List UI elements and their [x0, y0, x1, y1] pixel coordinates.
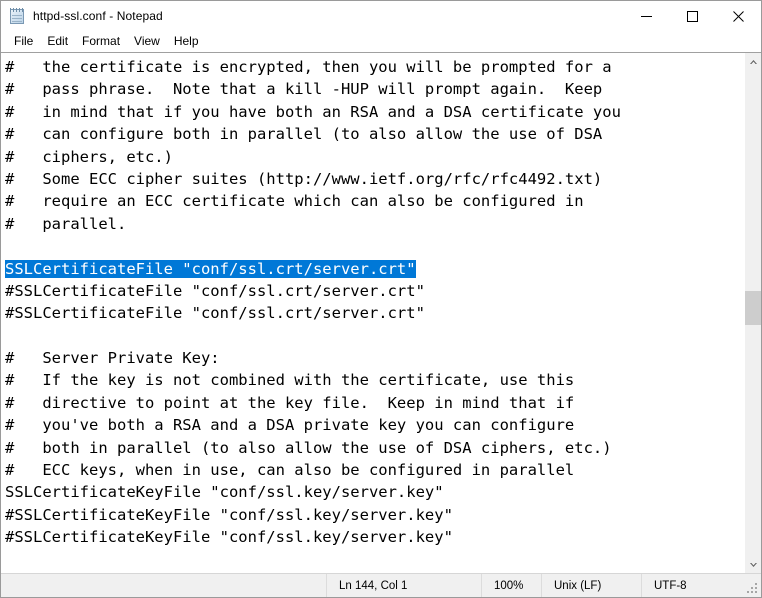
menu-item-view[interactable]: View — [127, 32, 167, 51]
status-zoom-level[interactable]: 100% — [481, 574, 541, 597]
status-bar: Ln 144, Col 1 100% Unix (LF) UTF-8 — [1, 574, 761, 597]
notepad-icon — [9, 7, 26, 25]
notepad-window: httpd-ssl.conf - Notepad File Edit Forma… — [0, 0, 762, 598]
scroll-up-button[interactable] — [745, 53, 761, 70]
minimize-icon — [640, 15, 652, 17]
window-controls — [623, 1, 761, 31]
editor-line[interactable]: # require an ECC certificate which can a… — [5, 190, 744, 212]
editor-line[interactable]: # pass phrase. Note that a kill -HUP wil… — [5, 78, 744, 100]
menu-bar: File Edit Format View Help — [1, 31, 761, 52]
editor-line[interactable]: # ECC keys, when in use, can also be con… — [5, 459, 744, 481]
editor-line[interactable]: # parallel. — [5, 213, 744, 235]
status-bar-spacer — [1, 574, 326, 597]
close-button[interactable] — [715, 1, 761, 31]
editor-line[interactable]: SSLCertificateKeyFile "conf/ssl.key/serv… — [5, 481, 744, 503]
editor-line[interactable]: # can configure both in parallel (to als… — [5, 123, 744, 145]
menu-item-edit[interactable]: Edit — [40, 32, 75, 51]
status-encoding[interactable]: UTF-8 — [641, 574, 761, 597]
text-editor[interactable]: # the certificate is encrypted, then you… — [1, 53, 744, 573]
resize-grip-icon[interactable] — [747, 583, 758, 594]
editor-line[interactable]: # in mind that if you have both an RSA a… — [5, 101, 744, 123]
scroll-up-icon — [750, 59, 757, 64]
editor-line[interactable]: # directive to point at the key file. Ke… — [5, 392, 744, 414]
title-bar[interactable]: httpd-ssl.conf - Notepad — [1, 1, 761, 31]
editor-line[interactable]: #SSLCertificateFile "conf/ssl.crt/server… — [5, 302, 744, 324]
maximize-button[interactable] — [669, 1, 715, 31]
editor-line[interactable]: # Some ECC cipher suites (http://www.iet… — [5, 168, 744, 190]
status-cursor-position: Ln 144, Col 1 — [326, 574, 481, 597]
vertical-scrollbar[interactable] — [744, 53, 761, 573]
editor-line[interactable] — [5, 549, 744, 571]
menu-item-format[interactable]: Format — [75, 32, 127, 51]
editor-line[interactable]: # If the key is not combined with the ce… — [5, 369, 744, 391]
editor-line[interactable]: # the certificate is encrypted, then you… — [5, 56, 744, 78]
menu-item-help[interactable]: Help — [167, 32, 206, 51]
editor-line[interactable]: # ciphers, etc.) — [5, 146, 744, 168]
editor-line[interactable] — [5, 235, 744, 257]
scroll-down-icon — [750, 562, 757, 567]
editor-line[interactable]: #SSLCertificateKeyFile "conf/ssl.key/ser… — [5, 526, 744, 548]
menu-item-file[interactable]: File — [7, 32, 40, 51]
editor-line[interactable]: # you've both a RSA and a DSA private ke… — [5, 414, 744, 436]
title-bar-left: httpd-ssl.conf - Notepad — [1, 7, 163, 25]
editor-line[interactable]: #SSLCertificateFile "conf/ssl.crt/server… — [5, 280, 744, 302]
scroll-down-button[interactable] — [745, 556, 761, 573]
editor-line[interactable]: # both in parallel (to also allow the us… — [5, 437, 744, 459]
editor-line[interactable] — [5, 325, 744, 347]
minimize-button[interactable] — [623, 1, 669, 31]
editor-line[interactable]: # Server Private Key: — [5, 347, 744, 369]
editor-area: # the certificate is encrypted, then you… — [1, 52, 761, 574]
selected-text[interactable]: SSLCertificateFile "conf/ssl.crt/server.… — [5, 259, 416, 278]
editor-line[interactable]: # Server Certificate Chain: — [5, 571, 744, 574]
editor-line[interactable]: #SSLCertificateKeyFile "conf/ssl.key/ser… — [5, 504, 744, 526]
status-line-ending[interactable]: Unix (LF) — [541, 574, 641, 597]
scrollbar-thumb[interactable] — [745, 291, 761, 325]
maximize-icon — [686, 10, 698, 22]
window-title: httpd-ssl.conf - Notepad — [33, 9, 163, 23]
editor-line[interactable]: SSLCertificateFile "conf/ssl.crt/server.… — [5, 258, 744, 280]
close-icon — [732, 10, 744, 22]
